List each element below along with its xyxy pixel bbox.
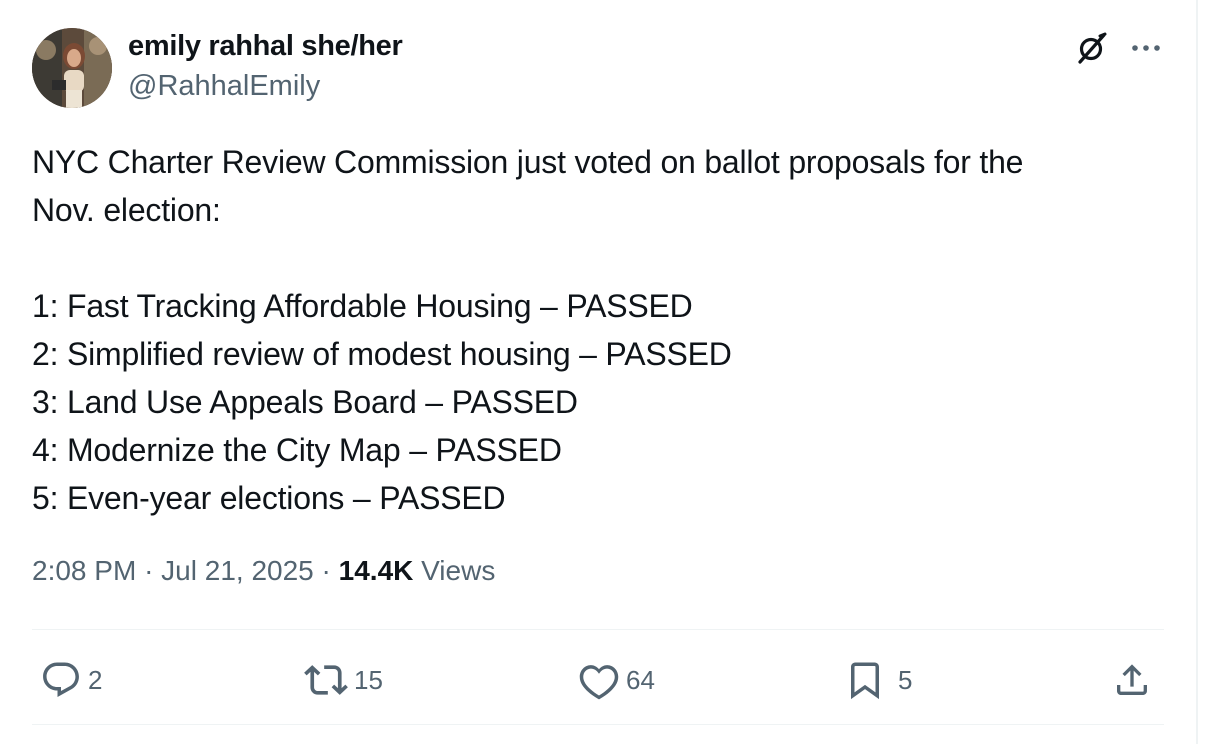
more-icon[interactable] — [1128, 34, 1164, 62]
reply-icon — [43, 662, 79, 697]
meta-separator: · — [321, 555, 331, 586]
tweet-date[interactable]: Jul 21, 2025 — [161, 555, 314, 586]
repost-count: 15 — [354, 664, 383, 695]
meta-separator: · — [144, 555, 154, 586]
tweet-line: 4: Modernize the City Map – PASSED — [32, 432, 562, 468]
divider — [32, 724, 1164, 725]
tweet-line: Nov. election: — [32, 192, 221, 228]
tweet-card: emily rahhal she/her @RahhalEmily NYC Ch… — [0, 0, 1198, 744]
divider — [32, 629, 1164, 630]
heart-icon — [579, 665, 619, 700]
author-display-name[interactable]: emily rahhal she/her — [128, 30, 403, 63]
like-button[interactable]: 64 — [578, 648, 655, 712]
tweet-line: NYC Charter Review Commission just voted… — [32, 144, 1024, 180]
grok-icon[interactable] — [1074, 30, 1110, 66]
tweet-line: 2: Simplified review of modest housing –… — [32, 336, 732, 372]
tweet-meta: 2:08 PM · Jul 21, 2025 · 14.4K Views — [32, 555, 495, 587]
bookmark-count: 5 — [898, 664, 913, 695]
share-icon — [1117, 664, 1147, 695]
repost-icon — [304, 665, 348, 695]
tweet-line: 1: Fast Tracking Affordable Housing – PA… — [32, 288, 693, 324]
tweet-line: 3: Land Use Appeals Board – PASSED — [32, 384, 578, 420]
bookmark-button[interactable]: 5 — [844, 648, 912, 712]
avatar-image — [32, 28, 112, 108]
views-label: Views — [421, 555, 496, 586]
share-button[interactable] — [1112, 648, 1152, 712]
tweet-text: NYC Charter Review Commission just voted… — [32, 138, 1162, 522]
repost-button[interactable]: 15 — [304, 648, 383, 712]
views-count: 14.4K — [338, 555, 414, 586]
tweet-time[interactable]: 2:08 PM — [32, 555, 136, 586]
bookmark-icon — [851, 662, 879, 700]
tweet-line: 5: Even-year elections – PASSED — [32, 480, 506, 516]
avatar[interactable] — [32, 28, 112, 108]
reply-button[interactable]: 2 — [40, 648, 102, 712]
author-handle[interactable]: @RahhalEmily — [128, 70, 320, 103]
reply-count: 2 — [88, 664, 103, 695]
like-count: 64 — [626, 664, 655, 695]
action-bar: 2 15 64 5 — [32, 648, 1164, 712]
